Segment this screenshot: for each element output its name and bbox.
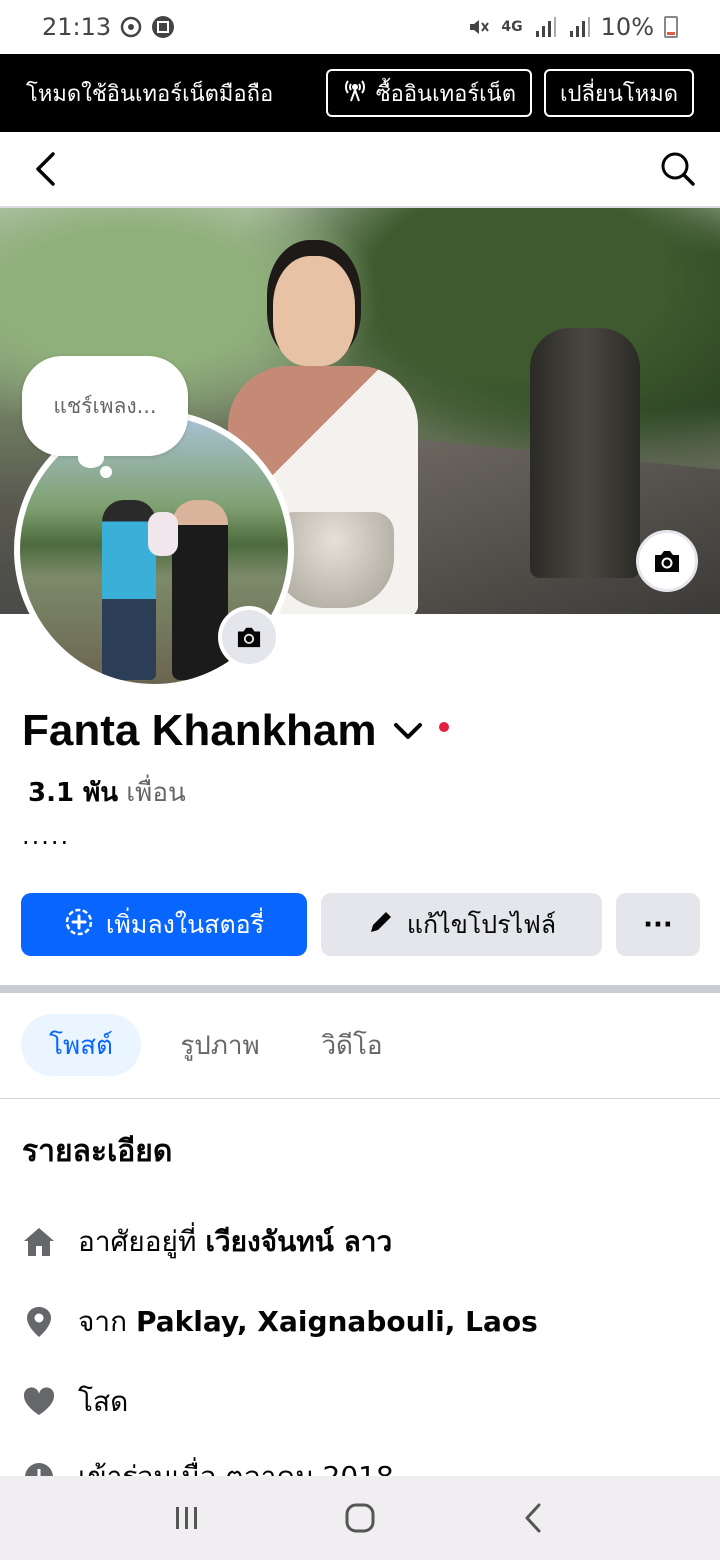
- tab-photos[interactable]: รูปภาพ: [160, 1014, 280, 1076]
- profile-name: Fanta Khankham: [22, 706, 377, 755]
- chevron-down-icon[interactable]: [391, 714, 425, 748]
- detail-from: จาก Paklay, Xaignabouli, Laos: [22, 1300, 538, 1344]
- tab-divider: [0, 1098, 720, 1099]
- lives-value[interactable]: เวียงจันทน์ ลาว: [205, 1225, 392, 1258]
- avatar-camera-button[interactable]: [218, 606, 280, 668]
- add-to-story-button[interactable]: เพิ่มลงในสตอรี่: [21, 893, 307, 956]
- antenna-icon: [342, 77, 368, 109]
- heart-icon: [22, 1385, 56, 1419]
- system-navigation-bar: [0, 1476, 720, 1560]
- search-icon[interactable]: [658, 149, 698, 189]
- cover-camera-button[interactable]: [636, 530, 698, 592]
- status-time: 21:13: [42, 13, 112, 41]
- buy-internet-button[interactable]: ซื้ออินเทอร์เน็ต: [325, 69, 532, 117]
- battery-percent: 10%: [600, 13, 654, 41]
- switch-mode-label: เปลี่ยนโหมด: [559, 81, 678, 107]
- network-type: 4G: [501, 19, 523, 35]
- edit-profile-button[interactable]: แก้ไขโปรไฟล์: [321, 893, 602, 956]
- note-bubble[interactable]: แชร์เพลง...: [22, 356, 188, 456]
- home-icon: [22, 1225, 56, 1259]
- pencil-icon: [367, 908, 395, 942]
- detail-relationship: โสด: [22, 1380, 128, 1424]
- notification-dot: [438, 722, 449, 732]
- back-icon[interactable]: [503, 1488, 563, 1548]
- from-prefix: จาก: [78, 1305, 128, 1338]
- gallery-icon: [151, 15, 175, 39]
- detail-lives-in: อาศัยอยู่ที่ เวียงจันทน์ ลาว: [22, 1220, 392, 1264]
- note-tail: [100, 466, 112, 478]
- edit-profile-label: แก้ไขโปรไฟล์: [406, 909, 557, 939]
- note-text: แชร์เพลง...: [53, 393, 157, 418]
- top-navigation: [0, 132, 720, 208]
- add-story-icon: [64, 907, 94, 943]
- signal-icon: [567, 15, 591, 39]
- tab-videos[interactable]: วิดีโอ: [296, 1014, 408, 1076]
- data-mode-banner: โหมดใช้อินเทอร์เน็ตมือถือ ซื้ออินเทอร์เน…: [0, 54, 720, 132]
- tab-photos-label: รูปภาพ: [180, 1030, 260, 1061]
- tab-videos-label: วิดีโอ: [321, 1030, 383, 1061]
- status-bar: 21:13 4G 10%: [0, 0, 720, 54]
- tab-posts[interactable]: โพสต์: [21, 1014, 141, 1076]
- battery-icon: [664, 16, 678, 38]
- switch-mode-button[interactable]: เปลี่ยนโหมด: [543, 69, 694, 117]
- camera-icon: [237, 627, 261, 648]
- more-options-button[interactable]: ···: [616, 893, 700, 956]
- sync-icon: [119, 15, 143, 39]
- recent-apps-icon[interactable]: [157, 1488, 217, 1548]
- lives-prefix: อาศัยอยู่ที่: [78, 1225, 197, 1258]
- profile-bio: .....: [22, 822, 71, 850]
- buy-internet-label: ซื้ออินเทอร์เน็ต: [375, 81, 516, 107]
- friends-count-line[interactable]: 3.1 พัน เพื่อน: [28, 772, 186, 813]
- add-story-label: เพิ่มลงในสตอรี่: [105, 909, 265, 939]
- mute-icon: [467, 15, 491, 39]
- home-button-icon[interactable]: [330, 1488, 390, 1548]
- friends-label: เพื่อน: [126, 778, 186, 808]
- section-divider: [0, 985, 720, 993]
- profile-name-row[interactable]: Fanta Khankham: [22, 706, 449, 756]
- location-pin-icon: [22, 1305, 56, 1339]
- details-heading: รายละเอียด: [22, 1134, 173, 1169]
- tab-posts-label: โพสต์: [49, 1030, 113, 1061]
- friends-count: 3.1 พัน: [28, 778, 119, 808]
- note-tail: [78, 448, 104, 468]
- signal-icon: [533, 15, 557, 39]
- from-value[interactable]: Paklay, Xaignabouli, Laos: [136, 1305, 538, 1338]
- more-options-label: ···: [643, 909, 673, 940]
- relationship-status: โสด: [78, 1385, 129, 1418]
- camera-icon: [655, 551, 679, 572]
- data-mode-text: โหมดใช้อินเทอร์เน็ตมือถือ: [26, 81, 274, 107]
- back-arrow-icon[interactable]: [26, 149, 66, 189]
- cover-tree: [530, 328, 640, 578]
